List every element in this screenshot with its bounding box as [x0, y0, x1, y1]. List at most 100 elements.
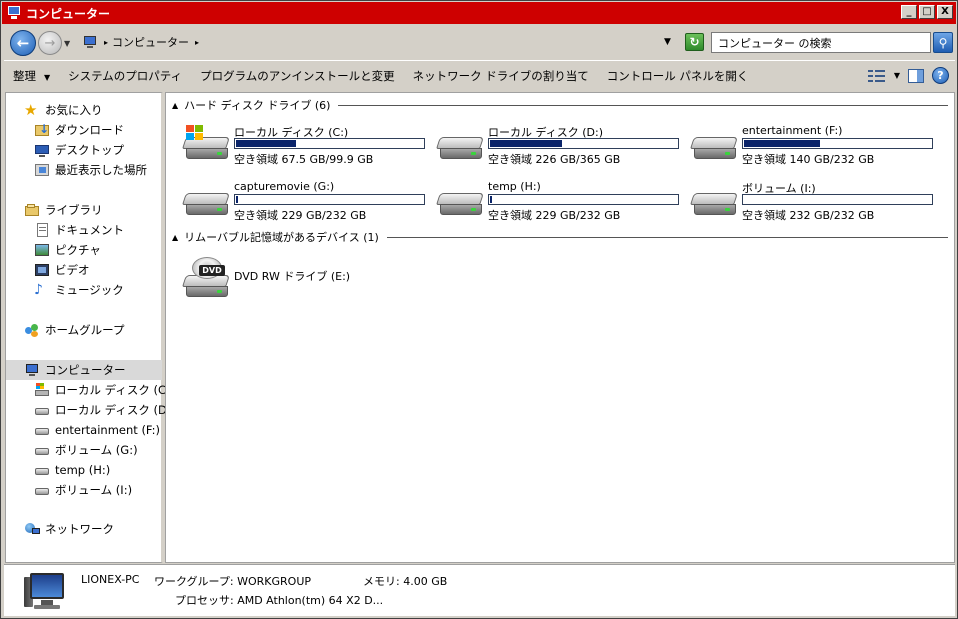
dvd-drive-icon: DVD — [182, 257, 232, 297]
search-input[interactable]: コンピューター の検索 — [711, 32, 931, 53]
drive-tile[interactable]: ローカル ディスク (C:) 空き領域 67.5 GB/99.9 GB — [182, 123, 432, 173]
drive-usage-fill — [490, 196, 492, 203]
sidebar-item-label: ネットワーク — [45, 522, 114, 536]
workgroup: ワークグループ: WORKGROUP — [154, 575, 312, 588]
back-button[interactable]: ← — [10, 30, 36, 56]
breadcrumb-arrow-icon[interactable]: ▸ — [195, 38, 199, 47]
downloads-folder-icon: ↓ — [34, 122, 50, 138]
computer-icon — [24, 571, 70, 611]
sidebar-item-label: 最近表示した場所 — [55, 163, 147, 177]
group-title: ハード ディスク ドライブ (6) — [184, 99, 331, 112]
address-bar-row: ← → ▼ ▸ コンピューター ▸ ▼ ↻ コンピューター の検索 ⚲ — [2, 25, 956, 59]
libraries-icon — [24, 202, 40, 218]
drive-usage-fill — [490, 140, 562, 147]
desktop-icon — [34, 142, 50, 158]
sidebar-item-favorites[interactable]: ★ お気に入り — [24, 100, 180, 120]
hard-drive-icon — [34, 422, 50, 438]
content-pane: ▲ ハード ディスク ドライブ (6) ローカル ディスク (C:) 空き領域 6… — [165, 92, 955, 563]
drive-name: capturemovie (G:) — [234, 180, 335, 193]
hard-drive-icon — [34, 442, 50, 458]
drive-usage-bar — [742, 138, 933, 149]
drive-name: DVD RW ドライブ (E:) — [234, 270, 351, 283]
computer-icon — [82, 35, 98, 49]
address-dropdown-icon[interactable]: ▼ — [664, 37, 671, 47]
caption-buttons: _ □ X — [901, 5, 953, 19]
sidebar-item-label: コンピューター — [45, 363, 126, 377]
drive-free-space: 空き領域 229 GB/232 GB — [234, 209, 367, 222]
change-view-icon[interactable] — [867, 68, 886, 83]
drive-usage-bar — [742, 194, 933, 205]
sidebar-item-label: ボリューム (I:) — [55, 483, 133, 497]
sidebar-item-label: ローカル ディスク (C:) — [55, 383, 175, 397]
hard-drive-icon — [34, 482, 50, 498]
open-control-panel-button[interactable]: コントロール パネルを開く — [598, 68, 758, 84]
drive-name: temp (H:) — [488, 180, 541, 193]
address-bar[interactable]: ▸ コンピューター ▸ — [78, 31, 678, 53]
hard-drive-icon — [34, 462, 50, 478]
hard-drive-icon — [182, 183, 232, 223]
search-icon[interactable]: ⚲ — [933, 32, 953, 53]
toolbar-right: ▼ ? — [867, 67, 949, 84]
drive-usage-bar — [488, 194, 679, 205]
drive-usage-fill — [236, 196, 238, 203]
dvd-label: DVD — [199, 265, 225, 276]
drive-tile[interactable]: ローカル ディスク (D:) 空き領域 226 GB/365 GB — [436, 123, 686, 173]
sidebar-item-label: ビデオ — [55, 263, 90, 277]
recent-pages-dropdown[interactable]: ▼ — [64, 39, 70, 48]
sidebar-item-label: ピクチャ — [55, 243, 101, 257]
sidebar-item-label: temp (H:) — [55, 463, 111, 477]
organize-label: 整理 — [13, 68, 36, 83]
sidebar-item-label: ダウンロード — [55, 123, 124, 137]
drive-free-space: 空き領域 140 GB/232 GB — [742, 153, 875, 166]
collapse-triangle-icon[interactable]: ▲ — [172, 101, 178, 110]
minimize-button[interactable]: _ — [901, 5, 917, 19]
star-icon: ★ — [24, 101, 38, 119]
title-bar[interactable]: コンピューター _ □ X — [2, 2, 956, 24]
view-options-dropdown-icon[interactable]: ▼ — [894, 71, 900, 80]
hard-drive-icon — [34, 402, 50, 418]
sidebar-item-network[interactable]: ネットワーク — [24, 519, 180, 539]
uninstall-program-button[interactable]: プログラムのアンインストールと変更 — [191, 68, 403, 84]
videos-icon — [34, 262, 50, 278]
hard-drive-icon — [436, 127, 486, 167]
explorer-window: コンピューター _ □ X ← → ▼ ▸ コンピューター ▸ ▼ ↻ コンピュ… — [0, 0, 958, 619]
sidebar-item-label: ボリューム (G:) — [55, 443, 138, 457]
sidebar-item-libraries[interactable]: ライブラリ — [24, 200, 180, 220]
music-icon: ♪ — [34, 282, 43, 298]
drive-usage-fill — [236, 140, 296, 147]
drive-free-space: 空き領域 67.5 GB/99.9 GB — [234, 153, 374, 166]
drive-tile[interactable]: entertainment (F:) 空き領域 140 GB/232 GB — [690, 123, 940, 173]
refresh-button[interactable]: ↻ — [685, 33, 704, 51]
hard-drive-icon — [690, 127, 740, 167]
chevron-down-icon: ▼ — [44, 72, 51, 82]
group-title: リムーバブル記憶域があるデバイス (1) — [184, 231, 379, 244]
drive-tile-dvd[interactable]: DVD DVD RW ドライブ (E:) — [182, 253, 432, 303]
drive-tile[interactable]: capturemovie (G:) 空き領域 229 GB/232 GB — [182, 179, 432, 229]
homegroup-icon — [24, 322, 40, 338]
help-icon[interactable]: ? — [932, 67, 949, 84]
breadcrumb-computer[interactable]: コンピューター — [112, 34, 189, 50]
preview-pane-icon[interactable] — [908, 68, 924, 83]
drive-free-space: 空き領域 229 GB/232 GB — [488, 209, 621, 222]
sidebar-item-computer[interactable]: コンピューター — [6, 360, 162, 380]
group-divider — [338, 104, 948, 106]
collapse-triangle-icon[interactable]: ▲ — [172, 233, 178, 242]
system-properties-button[interactable]: システムのプロパティ — [59, 68, 191, 84]
pc-name: LIONEX-PC — [81, 573, 140, 586]
computer-icon — [24, 362, 40, 378]
drive-tile[interactable]: temp (H:) 空き領域 229 GB/232 GB — [436, 179, 686, 229]
command-bar: 整理 ▼ システムのプロパティ プログラムのアンインストールと変更 ネットワーク … — [4, 60, 955, 90]
forward-button[interactable]: → — [38, 31, 62, 55]
breadcrumb-arrow-icon[interactable]: ▸ — [104, 38, 108, 47]
sidebar-item-label: ローカル ディスク (D:) — [55, 403, 176, 417]
organize-menu[interactable]: 整理 ▼ — [4, 68, 59, 84]
drive-tile[interactable]: ボリューム (I:) 空き領域 232 GB/232 GB — [690, 179, 940, 229]
sidebar-item-label: ライブラリ — [45, 203, 103, 217]
drive-free-space: 空き領域 226 GB/365 GB — [488, 153, 621, 166]
group-header-removable[interactable]: ▲ リムーバブル記憶域があるデバイス (1) — [172, 229, 948, 245]
map-network-drive-button[interactable]: ネットワーク ドライブの割り当て — [404, 68, 598, 84]
group-header-hard-disks[interactable]: ▲ ハード ディスク ドライブ (6) — [172, 97, 948, 113]
close-button[interactable]: X — [937, 5, 953, 19]
sidebar-item-homegroup[interactable]: ホームグループ — [24, 320, 180, 340]
maximize-button[interactable]: □ — [919, 5, 935, 19]
